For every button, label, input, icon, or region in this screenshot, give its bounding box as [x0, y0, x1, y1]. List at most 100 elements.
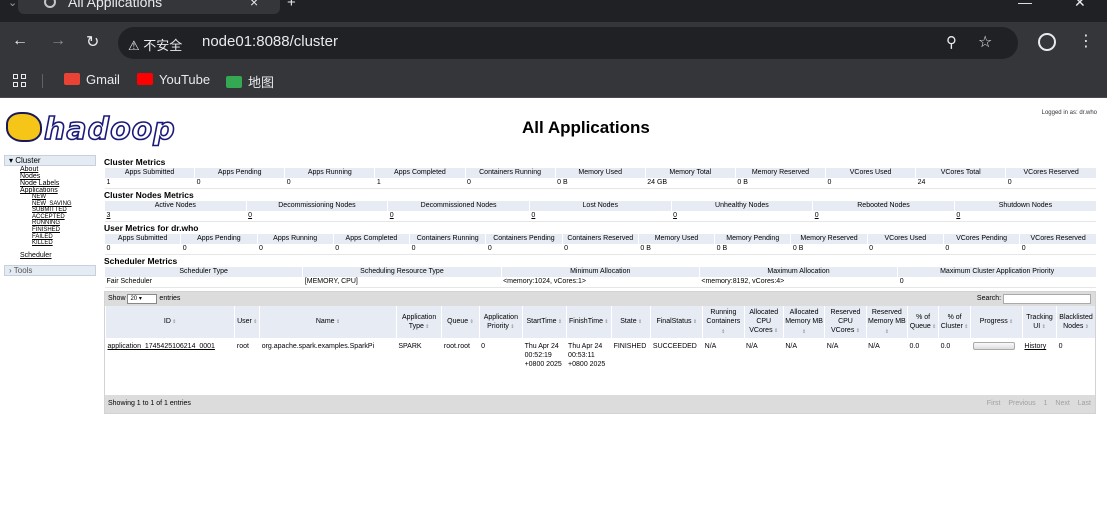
- tab-search-icon[interactable]: ⌄: [8, 0, 17, 9]
- sidebar-item-node-labels[interactable]: Node Labels: [20, 180, 59, 187]
- url-text[interactable]: node01:8088/cluster: [202, 33, 338, 50]
- address-bar[interactable]: ⚠ 不安全 node01:8088/cluster ⚲ ☆: [118, 27, 1018, 59]
- column-header[interactable]: Reserved CPU VCores ⇕: [824, 306, 867, 338]
- sidebar-item-scheduler[interactable]: Scheduler: [20, 252, 52, 259]
- sidebar-state-new[interactable]: NEW: [32, 194, 46, 200]
- forward-icon[interactable]: →: [50, 32, 66, 50]
- sidebar-state-new-saving[interactable]: NEW_SAVING: [32, 201, 72, 207]
- column-header[interactable]: Allocated CPU VCores ⇕: [743, 306, 784, 338]
- table-cell: N/A: [783, 338, 824, 395]
- gmail-icon: [64, 73, 80, 85]
- sidebar-state-finished[interactable]: FINISHED: [32, 227, 60, 233]
- metric-value[interactable]: 0: [812, 211, 955, 222]
- column-header[interactable]: User ⇕: [234, 306, 260, 338]
- column-header[interactable]: FinishTime ⇕: [565, 306, 612, 338]
- column-header[interactable]: % of Cluster ⇕: [938, 306, 971, 338]
- column-header[interactable]: FinalStatus ⇕: [650, 306, 703, 338]
- table-cell: N/A: [825, 338, 866, 395]
- window-close-icon[interactable]: ✕: [1074, 0, 1086, 11]
- bookmark-maps[interactable]: 地图: [226, 72, 274, 91]
- column-header[interactable]: Reserved Memory MB ⇕: [865, 306, 908, 338]
- cell-final-status: SUCCEEDED: [652, 343, 697, 350]
- progress-cell: [971, 338, 1023, 395]
- table-cell: root.root: [442, 338, 479, 395]
- metric-value[interactable]: 0: [954, 211, 1096, 222]
- column-header[interactable]: StartTime ⇕: [522, 306, 567, 338]
- chevron-down-icon: ▾: [138, 296, 142, 302]
- elephant-icon: [6, 112, 42, 142]
- sidebar-state-killed[interactable]: KILLED: [32, 240, 53, 246]
- column-header[interactable]: Queue ⇕: [441, 306, 480, 338]
- sidebar-item-nodes[interactable]: Nodes: [20, 173, 40, 180]
- apps-grid-icon[interactable]: [13, 74, 27, 88]
- browser-tab[interactable]: All Applications ×: [18, 0, 280, 14]
- pager-last[interactable]: Last: [1078, 400, 1091, 407]
- metric-value: 24: [915, 178, 1006, 189]
- column-header[interactable]: ID ⇕: [104, 306, 235, 338]
- back-icon[interactable]: ←: [12, 32, 28, 50]
- security-warning[interactable]: ⚠ 不安全: [128, 35, 182, 54]
- sidebar-tools-header[interactable]: › Tools: [4, 264, 96, 276]
- column-header[interactable]: Running Containers ⇕: [702, 306, 745, 338]
- bookmark-youtube[interactable]: YouTube: [137, 72, 210, 87]
- column-header[interactable]: Tracking UI ⇕: [1021, 306, 1057, 338]
- metrics-value-row: 100100 B 24 GB 0 B 0 24 0: [104, 178, 1096, 189]
- search-input[interactable]: [1003, 294, 1091, 304]
- column-header[interactable]: Name ⇕: [259, 306, 397, 338]
- app-state-links: NEW NEW_SAVING SUBMITTED ACCEPTED RUNNIN…: [20, 194, 96, 247]
- sidebar-state-accepted[interactable]: ACCEPTED: [32, 214, 65, 220]
- minimize-icon[interactable]: —: [1018, 0, 1032, 10]
- metric-header: Memory Reserved: [734, 168, 826, 178]
- sidebar-state-running[interactable]: RUNNING: [32, 220, 60, 226]
- table-cell: org.apache.spark.examples.SparkPi: [260, 338, 397, 395]
- metric-value[interactable]: 0: [246, 211, 388, 222]
- metric-value[interactable]: 3: [104, 211, 247, 222]
- sidebar-state-failed[interactable]: FAILED: [32, 234, 53, 240]
- column-header[interactable]: State ⇕: [611, 306, 651, 338]
- applications-table: ID ⇕ User ⇕ Name ⇕ Application Type ⇕ Queue …: [104, 306, 1095, 395]
- sidebar-cluster-header[interactable]: ▾ Cluster: [4, 155, 96, 166]
- sidebar-item-applications[interactable]: Applications: [20, 187, 58, 194]
- metrics-header-row: Active Nodes Decommissioning Nodes Decommi…: [104, 201, 1096, 211]
- pager-previous[interactable]: Previous: [1008, 400, 1035, 407]
- sidebar-item-about[interactable]: About: [20, 166, 38, 173]
- column-header[interactable]: % of Queue ⇕: [907, 306, 939, 338]
- column-header[interactable]: Application Priority ⇕: [478, 306, 523, 338]
- page-size-select[interactable]: 20 ▾: [127, 294, 158, 304]
- pager-page-1[interactable]: 1: [1044, 400, 1048, 407]
- column-header[interactable]: Allocated Memory MB ⇕: [782, 306, 825, 338]
- bookmarks-bar: Gmail YouTube 地图: [0, 64, 1107, 98]
- sort-icon: ⇕: [930, 323, 937, 330]
- main-content: Cluster Metrics Apps Submitted Apps Pendi…: [103, 156, 1096, 414]
- pager-first[interactable]: First: [987, 400, 1001, 407]
- column-header[interactable]: Blacklisted Nodes ⇕: [1056, 306, 1095, 338]
- cluster-metrics-table: Apps Submitted Apps Pending Apps Running Ap…: [103, 168, 1096, 189]
- menu-icon[interactable]: ⋮: [1078, 31, 1094, 51]
- metric-value[interactable]: 0: [387, 211, 530, 222]
- metric-value: 0 B: [790, 244, 868, 255]
- hadoop-logo[interactable]: hadoop: [6, 110, 176, 148]
- sort-icon: ⇕: [170, 319, 177, 325]
- tab-close-icon[interactable]: ×: [250, 0, 258, 10]
- bookmark-star-icon[interactable]: ☆: [978, 32, 992, 52]
- bookmark-gmail[interactable]: Gmail: [64, 72, 120, 87]
- table-cell: N/A: [866, 338, 907, 395]
- profile-icon[interactable]: [1038, 33, 1056, 51]
- reload-icon[interactable]: ↻: [86, 32, 99, 52]
- column-header[interactable]: Progress ⇕: [970, 306, 1023, 338]
- application-id-link[interactable]: application_1745425106214_0001: [108, 343, 215, 350]
- cell-queue: root.root: [443, 343, 470, 350]
- metric-value[interactable]: 0: [671, 211, 813, 222]
- applications-table-wrapper: Show 20 ▾ entries Search: ID ⇕ User ⇕ Name…: [104, 291, 1096, 414]
- zoom-icon[interactable]: ⚲: [946, 33, 957, 51]
- sidebar-state-submitted[interactable]: SUBMITTED: [32, 207, 67, 213]
- table-cell: 0.0: [939, 338, 971, 395]
- column-header[interactable]: Application Type ⇕: [395, 306, 442, 338]
- tracking-history-link[interactable]: History: [1024, 343, 1046, 350]
- sort-icon: ⇕: [772, 328, 779, 334]
- new-tab-button[interactable]: +: [287, 0, 296, 11]
- metric-value: 0: [1005, 178, 1096, 189]
- pager-next[interactable]: Next: [1055, 400, 1069, 407]
- metric-header: Containers Reserved: [561, 234, 639, 244]
- metric-value[interactable]: 0: [529, 211, 672, 222]
